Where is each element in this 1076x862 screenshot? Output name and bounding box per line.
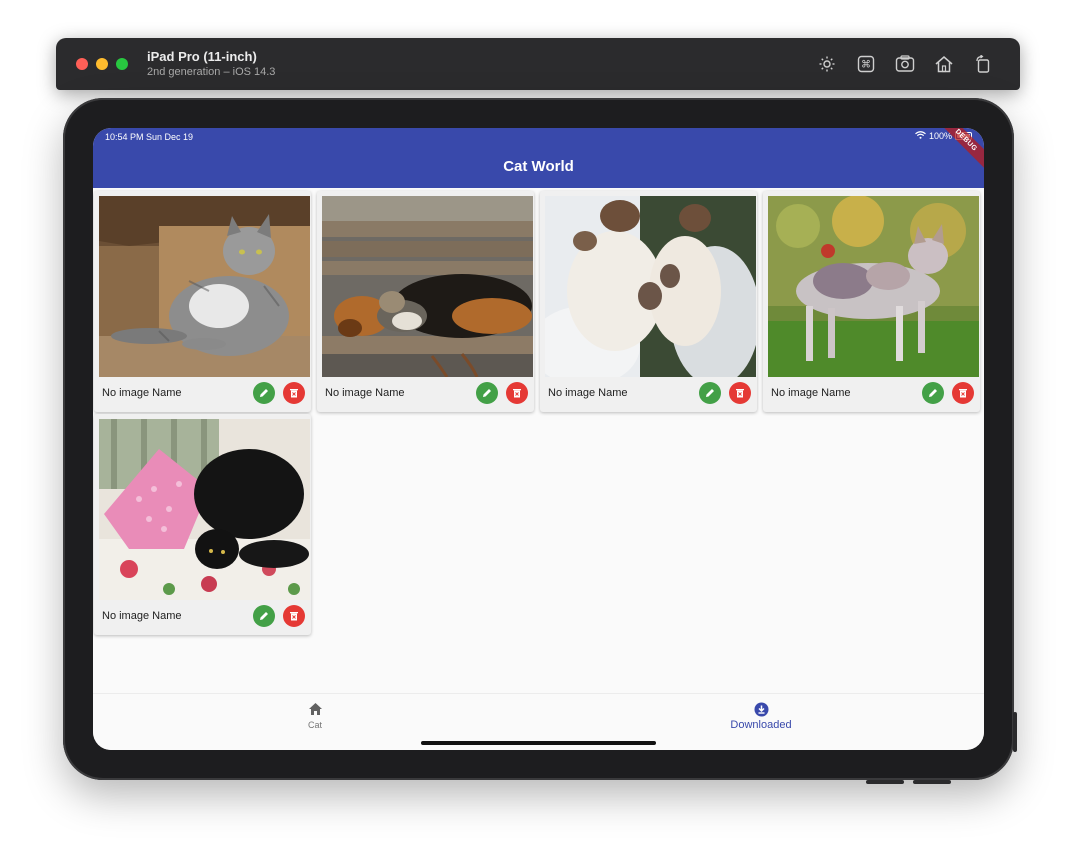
app-title: Cat World xyxy=(503,158,574,175)
cat-card[interactable]: No image Name xyxy=(540,191,757,412)
cat-card[interactable]: No image Name xyxy=(94,191,311,412)
trash-icon xyxy=(290,389,298,398)
delete-button[interactable] xyxy=(283,605,305,627)
delete-button[interactable] xyxy=(729,382,751,404)
trash-icon xyxy=(736,389,744,398)
trash-icon xyxy=(290,612,298,621)
delete-button[interactable] xyxy=(952,382,974,404)
nav-item-cat[interactable]: Cat xyxy=(255,702,375,730)
delete-button[interactable] xyxy=(283,382,305,404)
trash-icon xyxy=(959,389,967,398)
cat-card[interactable]: No image Name xyxy=(94,414,311,635)
cat-card[interactable]: No image Name xyxy=(763,191,980,412)
cat-name: No image Name xyxy=(548,387,628,399)
cat-name: No image Name xyxy=(102,610,182,622)
app-bar: 10:54 PM Sun Dec 19 100% Cat World DEBUG xyxy=(93,128,984,188)
delete-button[interactable] xyxy=(506,382,528,404)
screenshot-icon[interactable] xyxy=(893,52,916,75)
home-icon[interactable] xyxy=(932,52,955,75)
pencil-icon xyxy=(706,389,714,397)
cat-photo[interactable] xyxy=(99,419,310,600)
rotate-icon[interactable] xyxy=(971,52,994,75)
cat-name: No image Name xyxy=(102,387,182,399)
zoom-window-button[interactable] xyxy=(116,58,128,70)
wifi-icon xyxy=(915,131,926,141)
ipad-screen: 10:54 PM Sun Dec 19 100% Cat World DEBUG xyxy=(93,128,984,750)
status-time-date: 10:54 PM Sun Dec 19 xyxy=(105,132,194,142)
nav-label-cat: Cat xyxy=(307,720,322,730)
side-button xyxy=(1013,712,1017,752)
cat-card[interactable]: No image Name xyxy=(317,191,534,412)
minimize-window-button[interactable] xyxy=(96,58,108,70)
edit-button[interactable] xyxy=(253,605,275,627)
cat-photo[interactable] xyxy=(768,196,979,377)
close-window-button[interactable] xyxy=(76,58,88,70)
cat-name: No image Name xyxy=(771,387,851,399)
device-name: iPad Pro (11-inch) xyxy=(147,49,257,64)
nav-label-downloaded: Downloaded xyxy=(730,719,792,731)
simulator-stage: iPad Pro (11-inch) 2nd generation – iOS … xyxy=(0,0,1076,862)
device-subtitle: 2nd generation – iOS 14.3 xyxy=(147,66,276,78)
simulator-toolbar: ⌘ xyxy=(815,52,994,75)
cat-photo[interactable] xyxy=(99,196,310,377)
svg-text:⌘: ⌘ xyxy=(861,59,871,70)
edit-button[interactable] xyxy=(922,382,944,404)
cat-name: No image Name xyxy=(325,387,405,399)
pencil-icon xyxy=(929,389,937,397)
command-icon[interactable]: ⌘ xyxy=(854,52,877,75)
pencil-icon xyxy=(260,612,268,620)
brightness-icon[interactable] xyxy=(815,52,838,75)
volume-up-button xyxy=(866,780,904,784)
home-indicator xyxy=(421,741,656,745)
edit-button[interactable] xyxy=(476,382,498,404)
pencil-icon xyxy=(260,389,268,397)
download-circle-icon xyxy=(754,702,768,717)
volume-down-button xyxy=(913,780,951,784)
edit-button[interactable] xyxy=(253,382,275,404)
edit-button[interactable] xyxy=(699,382,721,404)
pencil-icon xyxy=(483,389,491,397)
cat-photo[interactable] xyxy=(545,196,756,377)
cat-photo[interactable] xyxy=(322,196,533,377)
home-icon xyxy=(308,703,322,715)
simulator-title-bar: iPad Pro (11-inch) 2nd generation – iOS … xyxy=(56,38,1020,90)
trash-icon xyxy=(513,389,521,398)
nav-item-downloaded[interactable]: Downloaded xyxy=(701,702,821,731)
